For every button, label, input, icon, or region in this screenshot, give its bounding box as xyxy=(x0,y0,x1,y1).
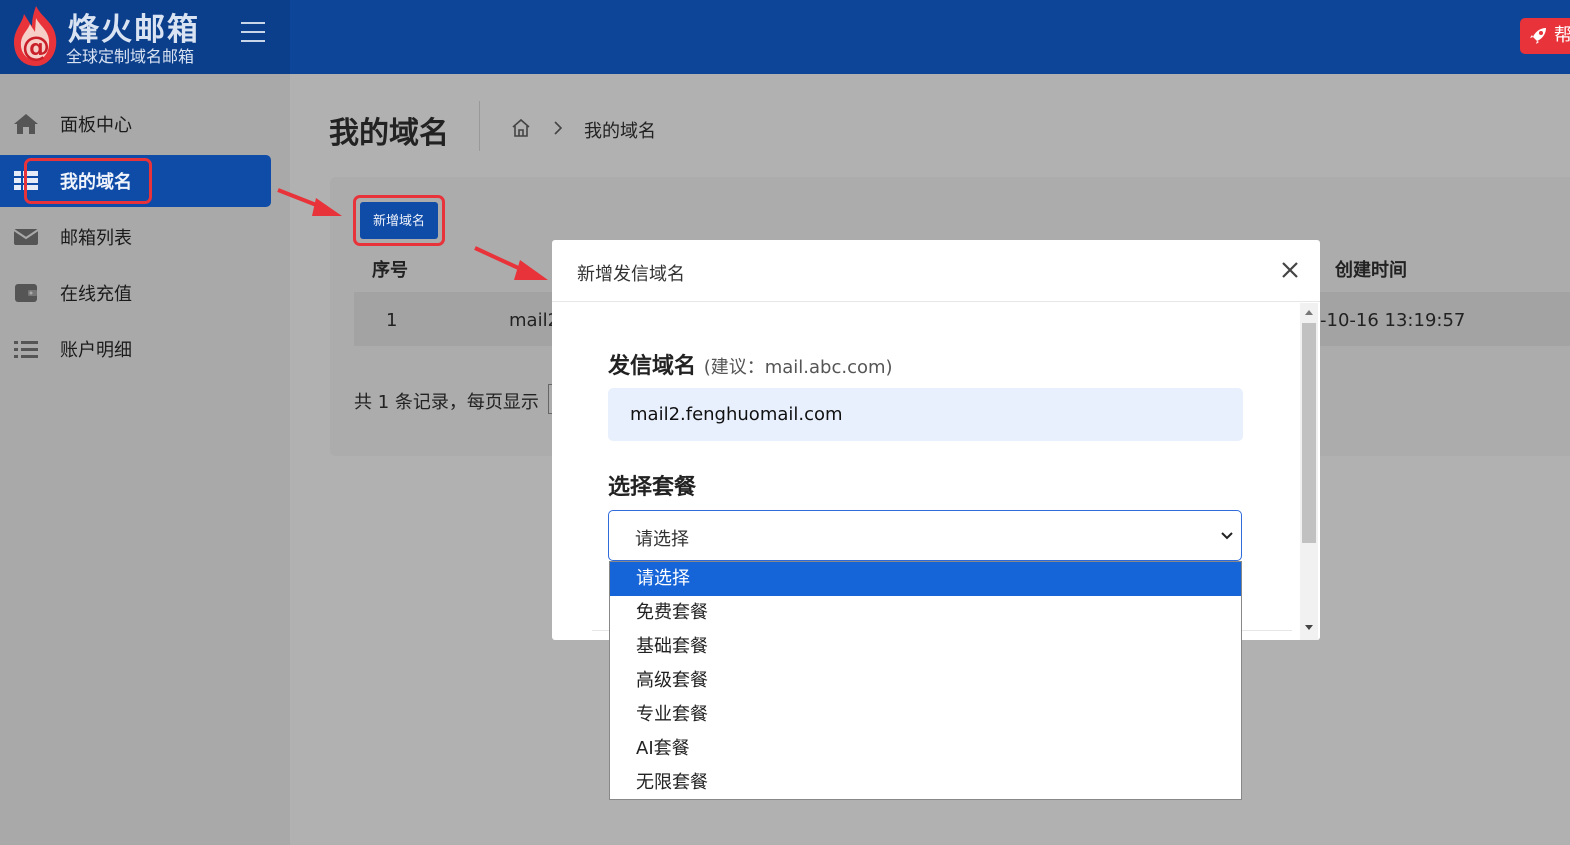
close-icon[interactable] xyxy=(1279,259,1301,281)
plan-option[interactable]: 免费套餐 xyxy=(610,596,1241,630)
plan-option[interactable]: 高级套餐 xyxy=(610,664,1241,698)
plan-option[interactable]: 基础套餐 xyxy=(610,630,1241,664)
sidebar-item-dashboard[interactable]: 面板中心 xyxy=(0,98,290,150)
sending-domain-input[interactable] xyxy=(608,388,1243,441)
annotation-arrow-icon xyxy=(277,188,342,216)
cell-index: 1 xyxy=(386,310,398,331)
scroll-up-icon[interactable] xyxy=(1304,308,1314,316)
home-icon xyxy=(14,114,38,134)
sidebar-item-recharge[interactable]: 在线充值 xyxy=(0,267,290,319)
envelope-icon xyxy=(13,229,39,245)
title-divider xyxy=(479,101,480,151)
brand-subtitle: 全球定制域名邮箱 xyxy=(66,47,195,66)
chevron-down-icon xyxy=(1221,532,1233,540)
dialog-title: 新增发信域名 xyxy=(577,264,685,285)
column-header-created-time: 创建时间 xyxy=(1335,260,1407,281)
page-title: 我的域名 xyxy=(329,116,449,151)
cell-created-time: -10-16 13:19:57 xyxy=(1320,310,1466,331)
breadcrumb-home-icon[interactable] xyxy=(510,117,532,139)
list-icon xyxy=(14,341,38,358)
fire-at-logo-icon: @ xyxy=(14,6,57,66)
scrollbar-thumb[interactable] xyxy=(1302,323,1316,543)
highlight-box xyxy=(24,158,152,204)
sidebar-item-my-domains[interactable]: 我的域名 xyxy=(0,155,271,207)
sidebar-item-account-details[interactable]: 账户明细 xyxy=(0,323,290,375)
domain-field-label: 发信域名 (建议：mail.abc.com) xyxy=(608,348,893,380)
plan-select[interactable]: 请选择 xyxy=(608,510,1242,561)
pager-text: 共 1 条记录，每页显示 xyxy=(354,392,539,413)
help-label: 帮 xyxy=(1554,25,1570,46)
sidebar-item-label: 面板中心 xyxy=(60,115,132,136)
breadcrumb-chevron-icon xyxy=(554,121,563,135)
menu-toggle-icon[interactable] xyxy=(241,22,265,42)
plan-options-list: 请选择 免费套餐 基础套餐 高级套餐 专业套餐 AI套餐 无限套餐 xyxy=(609,561,1242,800)
column-header-index: 序号 xyxy=(372,260,408,281)
scroll-down-icon[interactable] xyxy=(1304,624,1314,632)
plan-option[interactable]: AI套餐 xyxy=(610,732,1241,766)
add-domain-button[interactable]: 新增域名 xyxy=(360,202,438,239)
plan-option[interactable]: 请选择 xyxy=(610,562,1241,596)
sidebar-item-label: 在线充值 xyxy=(60,284,132,305)
domain-label-text: 发信域名 xyxy=(608,354,697,379)
wallet-icon xyxy=(15,284,37,302)
breadcrumb-current: 我的域名 xyxy=(584,121,656,142)
rocket-icon xyxy=(1530,28,1546,44)
annotation-arrow-icon xyxy=(474,246,548,280)
plan-option[interactable]: 专业套餐 xyxy=(610,698,1241,732)
sidebar-item-label: 邮箱列表 xyxy=(60,228,132,249)
plan-select-value: 请选择 xyxy=(635,529,689,550)
sidebar: 面板中心 我的域名 邮箱列表 在线充值 账户明细 xyxy=(0,74,290,845)
sidebar-item-mailbox-list[interactable]: 邮箱列表 xyxy=(0,211,290,263)
plan-field-label: 选择套餐 xyxy=(608,475,697,500)
dialog-header: 新增发信域名 xyxy=(552,240,1320,302)
sidebar-item-label: 账户明细 xyxy=(60,340,132,361)
svg-text:@: @ xyxy=(22,30,50,63)
top-bar: @ 烽火邮箱 全球定制域名邮箱 帮 xyxy=(0,0,1570,74)
domain-hint: (建议：mail.abc.com) xyxy=(703,357,893,378)
help-button[interactable]: 帮 xyxy=(1520,18,1570,54)
plan-option[interactable]: 无限套餐 xyxy=(610,766,1241,800)
